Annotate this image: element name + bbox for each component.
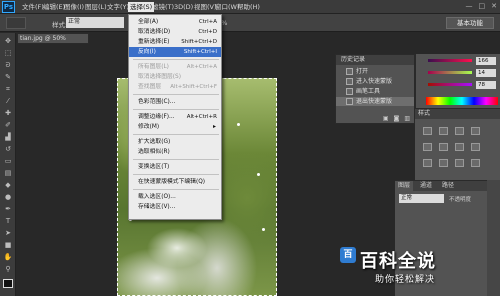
watermark-subtitle: 助你轻松解决 xyxy=(375,275,436,285)
style-select[interactable]: 正常 xyxy=(66,17,124,28)
brush-tool-icon[interactable]: ✐ xyxy=(3,121,13,130)
blur-tool-icon[interactable]: ◆ xyxy=(3,181,13,190)
eraser-tool-icon[interactable]: ▭ xyxy=(3,157,13,166)
minimize-icon[interactable]: — xyxy=(466,2,473,12)
watermark-title: 百科全说 xyxy=(360,251,436,272)
blue-value-field[interactable]: 78 xyxy=(476,81,496,89)
quick-select-tool-icon[interactable]: ✎ xyxy=(3,73,13,82)
history-brush-tool-icon[interactable]: ↺ xyxy=(3,145,13,154)
type-tool-icon[interactable]: T xyxy=(3,217,13,226)
red-slider[interactable] xyxy=(428,59,472,62)
hand-tool-icon[interactable]: ✋ xyxy=(3,253,13,262)
pen-tool-icon[interactable]: ✒ xyxy=(3,205,13,214)
menu-item-transform-selection[interactable]: 变换选区(T) xyxy=(129,162,221,172)
opacity-label: 不透明度 xyxy=(449,197,472,203)
invert-icon[interactable] xyxy=(423,159,432,167)
panel-icon-strip xyxy=(487,180,500,296)
gradient-map-icon[interactable] xyxy=(471,159,480,167)
history-item[interactable]: 打开 xyxy=(336,67,414,76)
history-state-icon xyxy=(346,78,353,85)
maximize-icon[interactable]: □ xyxy=(479,2,486,12)
new-document-from-state-icon[interactable]: ▣ xyxy=(383,115,389,123)
menu-item-inverse[interactable]: 反向(I) Shift+Ctrl+I xyxy=(129,47,221,57)
style-label: 样式: xyxy=(52,21,68,29)
brush-history-icon xyxy=(346,88,353,95)
menu-item-quick-mask[interactable]: 在快速蒙版模式下编辑(Q) xyxy=(129,177,221,187)
tab-layers[interactable]: 图层 xyxy=(395,181,414,191)
blend-mode-select[interactable]: 正常 xyxy=(399,194,444,203)
eyedropper-tool-icon[interactable]: ⁄ xyxy=(3,97,13,106)
menu-item-deselect[interactable]: 取消选择(D) Ctrl+D xyxy=(129,27,221,37)
snapshot-camera-icon[interactable]: ◙ xyxy=(394,115,400,123)
posterize-icon[interactable] xyxy=(439,159,448,167)
dodge-tool-icon[interactable]: ● xyxy=(3,193,13,202)
menu-bar: Ps 文件(F) 编辑(E) 图像(I) 图层(L) 文字(Y) 选择(S) 滤… xyxy=(0,0,500,14)
curves-icon[interactable] xyxy=(455,127,464,135)
options-bar: 样式: 正常 00% 基本功能 xyxy=(0,14,500,32)
path-select-tool-icon[interactable]: ➤ xyxy=(3,229,13,238)
menu-item-deselect-layers[interactable]: 取消选择图层(S) xyxy=(129,72,221,82)
window-controls: — □ ✕ xyxy=(466,2,498,12)
menu-item-reselect[interactable]: 重新选择(E) Shift+Ctrl+D xyxy=(129,37,221,47)
exposure-icon[interactable] xyxy=(471,127,480,135)
history-state-icon xyxy=(346,68,353,75)
history-item-selected[interactable]: 退出快速蒙版 xyxy=(336,97,414,106)
menu-item-refine-edge[interactable]: 调整边缘(F)... Alt+Ctrl+R xyxy=(129,112,221,122)
marquee-tool-icon[interactable]: ⬚ xyxy=(3,49,13,58)
green-value-field[interactable]: 14 xyxy=(476,69,496,77)
color-spectrum-bar[interactable] xyxy=(426,97,498,105)
select-menu-dropdown: 全部(A) Ctrl+A 取消选择(D) Ctrl+D 重新选择(E) Shift+C… xyxy=(128,14,222,220)
document-tab[interactable]: tian.jpg @ 50%(RGB/8#) * xyxy=(17,33,89,51)
menu-item-similar[interactable]: 选取相似(R) xyxy=(129,147,221,157)
crop-tool-icon[interactable]: ⌗ xyxy=(3,85,13,94)
stamp-tool-icon[interactable]: ▟ xyxy=(3,133,13,142)
hue-saturation-icon[interactable] xyxy=(439,143,448,151)
menu-help[interactable]: 帮助(H) xyxy=(235,2,262,12)
menu-item-save-selection[interactable]: 存储选区(V)... xyxy=(129,202,221,212)
menu-item-color-range[interactable]: 色彩范围(C)... xyxy=(129,97,221,107)
blue-slider[interactable] xyxy=(428,83,472,86)
menu-item-find-layers[interactable]: 查找图层 Alt+Shift+Ctrl+F xyxy=(129,82,221,92)
tools-panel: ✥ ⬚ ᘐ ✎ ⌗ ⁄ ✚ ✐ ▟ ↺ ▭ ▤ ◆ ● ✒ T ➤ ■ ✋ ⚲ xyxy=(0,33,16,296)
history-item[interactable]: 画笔工具 xyxy=(336,87,414,96)
menu-item-modify[interactable]: 修改(M) ▸ xyxy=(129,122,221,132)
shape-tool-icon[interactable]: ■ xyxy=(3,241,13,250)
layers-tabs: 图层 通道 路径 xyxy=(395,181,500,191)
history-footer: ▣ ◙ ▥ xyxy=(336,115,414,123)
red-value-field[interactable]: 166 xyxy=(476,57,496,65)
lasso-tool-icon[interactable]: ᘐ xyxy=(3,61,13,70)
menu-item-load-selection[interactable]: 载入选区(O)... xyxy=(129,192,221,202)
adjustments-panel: 样式 xyxy=(415,108,500,180)
menu-item-all[interactable]: 全部(A) Ctrl+A xyxy=(129,17,221,27)
menu-item-all-layers[interactable]: 所有图层(L) Alt+Ctrl+A xyxy=(129,62,221,72)
history-panel-title[interactable]: 历史记录 xyxy=(336,55,414,65)
green-slider[interactable] xyxy=(428,71,472,74)
tab-channels[interactable]: 通道 xyxy=(417,181,435,191)
history-panel: 历史记录 打开 进入快速蒙版 画笔工具 退出快速蒙版 ▣ ◙ ▥ xyxy=(335,54,415,124)
submenu-arrow-icon: ▸ xyxy=(212,123,216,130)
move-tool-icon[interactable]: ✥ xyxy=(3,37,13,46)
zoom-tool-icon[interactable]: ⚲ xyxy=(3,265,13,274)
levels-icon[interactable] xyxy=(439,127,448,135)
watermark-logo: 百 xyxy=(340,247,356,263)
black-white-icon[interactable] xyxy=(471,143,480,151)
close-icon[interactable]: ✕ xyxy=(491,2,497,12)
gradient-tool-icon[interactable]: ▤ xyxy=(3,169,13,178)
workspace-button[interactable]: 基本功能 xyxy=(446,17,494,29)
color-panel: 166 14 78 xyxy=(415,54,500,108)
adjustments-panel-title[interactable]: 样式 xyxy=(415,109,500,119)
menu-item-grow[interactable]: 扩大选取(G) xyxy=(129,137,221,147)
healing-tool-icon[interactable]: ✚ xyxy=(3,109,13,118)
trash-icon[interactable]: ▥ xyxy=(404,115,410,123)
foreground-color-swatch[interactable] xyxy=(3,279,13,288)
brightness-icon[interactable] xyxy=(423,127,432,135)
color-balance-icon[interactable] xyxy=(455,143,464,151)
threshold-icon[interactable] xyxy=(455,159,464,167)
tab-paths[interactable]: 路径 xyxy=(439,181,457,191)
history-state-icon xyxy=(346,98,353,105)
history-item[interactable]: 进入快速蒙版 xyxy=(336,77,414,86)
marquee-tool-preset-icon[interactable] xyxy=(6,17,26,29)
photoshop-logo: Ps xyxy=(2,1,15,13)
vibrance-icon[interactable] xyxy=(423,143,432,151)
